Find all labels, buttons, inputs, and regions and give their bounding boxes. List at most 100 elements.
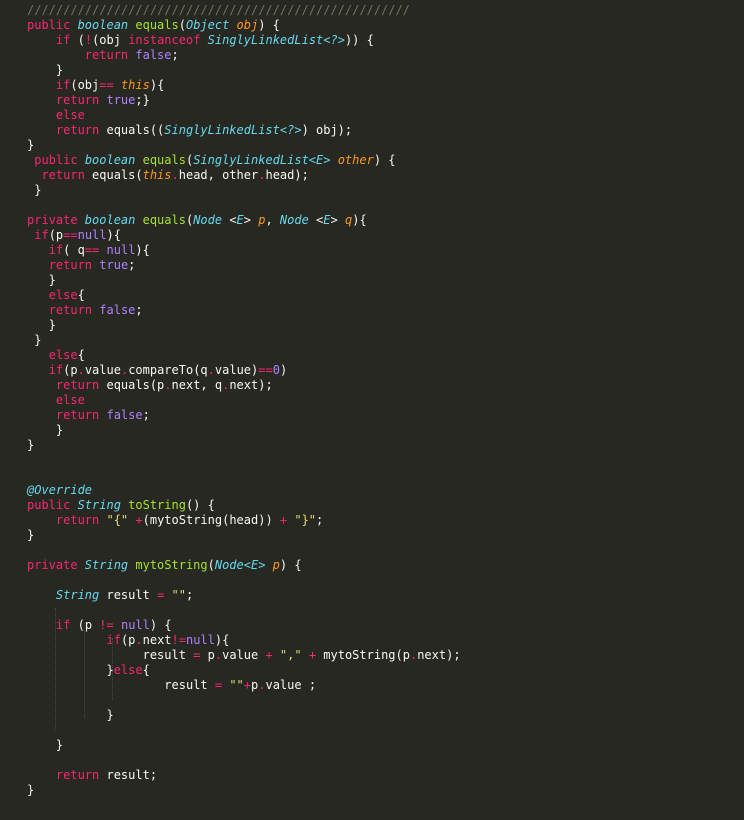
code-token: Object <box>185 18 237 32</box>
code-token: SinglyLinkedList<?> <box>164 123 302 137</box>
code-line[interactable]: } <box>27 63 63 78</box>
code-line[interactable]: ////////////////////////////////////////… <box>27 3 410 18</box>
code-line[interactable]: result = p.value + "," + mytoString(p.ne… <box>27 648 461 663</box>
code-line[interactable]: else{ <box>27 348 85 363</box>
code-line[interactable]: public String toString() { <box>27 498 215 513</box>
code-token: else <box>48 348 78 362</box>
code-token: ){ <box>214 633 230 647</box>
code-token: public <box>34 153 85 167</box>
code-line[interactable]: } <box>27 318 56 333</box>
code-line[interactable]: String result = ""; <box>27 588 193 603</box>
code-token: "" <box>171 588 186 602</box>
code-token: this <box>120 78 150 92</box>
code-token: "}" <box>294 513 317 527</box>
code-line[interactable]: if( q== null){ <box>27 243 150 258</box>
code-token: } <box>27 663 114 677</box>
code-token: + <box>279 513 295 527</box>
code-token: next, q <box>171 378 223 392</box>
code-line[interactable]: return false; <box>27 48 179 63</box>
code-line[interactable]: return equals(p.next, q.next); <box>27 378 273 393</box>
code-token: + <box>308 648 324 662</box>
code-token: return <box>55 408 107 422</box>
code-line[interactable]: return result; <box>27 768 157 783</box>
code-line[interactable]: return true; <box>27 258 136 273</box>
code-line[interactable]: } <box>27 528 34 543</box>
code-line[interactable]: } <box>27 738 63 753</box>
code-line[interactable]: else{ <box>27 288 85 303</box>
code-line[interactable]: } <box>27 273 56 288</box>
code-line[interactable]: if (p != null) { <box>27 618 172 633</box>
code-token: compareTo(q <box>128 363 208 377</box>
code-token: public <box>27 18 78 32</box>
code-token: { <box>142 663 150 677</box>
code-line[interactable]: if(obj== this){ <box>27 78 164 93</box>
code-line[interactable]: } <box>27 438 34 453</box>
code-line[interactable]: result = ""+p.value ; <box>27 678 316 693</box>
code-token: } <box>27 273 56 287</box>
code-token: ! <box>84 33 93 47</box>
code-token: next <box>142 633 172 647</box>
code-line[interactable]: private String mytoString(Node<E> p) { <box>27 558 302 573</box>
code-token: ){ <box>135 243 150 257</box>
code-line[interactable]: if(p==null){ <box>27 228 121 243</box>
code-line[interactable]: else <box>27 393 85 408</box>
code-token: value <box>84 363 121 377</box>
code-token: . <box>164 378 172 392</box>
code-token: null <box>185 633 215 647</box>
code-line[interactable]: } <box>27 708 113 723</box>
code-line[interactable]: if(p.value.compareTo(q.value)==0) <box>27 363 288 378</box>
code-token: return <box>48 258 100 272</box>
code-token: 0 <box>272 363 280 377</box>
code-token: value ; <box>265 678 317 692</box>
code-token: (p <box>48 228 64 242</box>
code-token: Node <box>193 213 230 227</box>
code-token: else <box>55 108 85 122</box>
code-line[interactable]: } <box>27 783 34 798</box>
code-token: value <box>222 648 266 662</box>
code-token: = <box>214 678 230 692</box>
code-line[interactable]: if(p.next!=null){ <box>27 633 229 648</box>
code-line[interactable]: if (!(obj instanceof SinglyLinkedList<?>… <box>27 33 374 48</box>
code-line[interactable]: return "{" +(mytoString(head)) + "}"; <box>27 513 323 528</box>
code-token: Node<E> <box>214 558 273 572</box>
code-token: ; <box>316 513 324 527</box>
code-token: "" <box>229 678 244 692</box>
code-line[interactable]: else <box>27 108 85 123</box>
code-token: if <box>55 618 78 632</box>
code-line[interactable]: public boolean equals(Object obj) { <box>27 18 280 33</box>
code-line[interactable]: @Override <box>27 483 92 498</box>
code-token: { <box>77 288 85 302</box>
code-line[interactable]: private boolean equals(Node <E> p, Node … <box>27 213 367 228</box>
code-token: else <box>55 393 85 407</box>
code-token: false <box>99 303 136 317</box>
code-token: == <box>63 228 78 242</box>
code-token: ) { <box>279 558 302 572</box>
code-line[interactable]: }else{ <box>27 663 150 678</box>
code-line[interactable]: return equals(this.head, other.head); <box>27 168 308 183</box>
code-line[interactable]: return equals((SinglyLinkedList<?>) obj)… <box>27 123 352 138</box>
code-line[interactable]: return false; <box>27 303 143 318</box>
code-line[interactable]: return false; <box>27 408 150 423</box>
code-token: String <box>84 558 136 572</box>
code-token: null <box>120 618 150 632</box>
code-token: null <box>77 228 107 242</box>
code-line[interactable]: } <box>27 138 34 153</box>
code-token: ) <box>279 363 288 377</box>
code-line[interactable]: } <box>27 333 41 348</box>
code-editor[interactable]: ////////////////////////////////////////… <box>0 0 744 820</box>
code-line[interactable]: return true;} <box>27 93 150 108</box>
indent-guide <box>112 638 113 700</box>
code-token: == <box>258 363 273 377</box>
code-line[interactable]: } <box>27 183 41 198</box>
code-token: if <box>106 633 121 647</box>
code-token: ) { <box>373 153 396 167</box>
code-line[interactable]: public boolean equals(SinglyLinkedList<E… <box>27 153 396 168</box>
code-token: ;} <box>135 93 150 107</box>
code-token: return <box>55 378 107 392</box>
code-line[interactable]: } <box>27 423 63 438</box>
code-token: (obj <box>70 78 100 92</box>
